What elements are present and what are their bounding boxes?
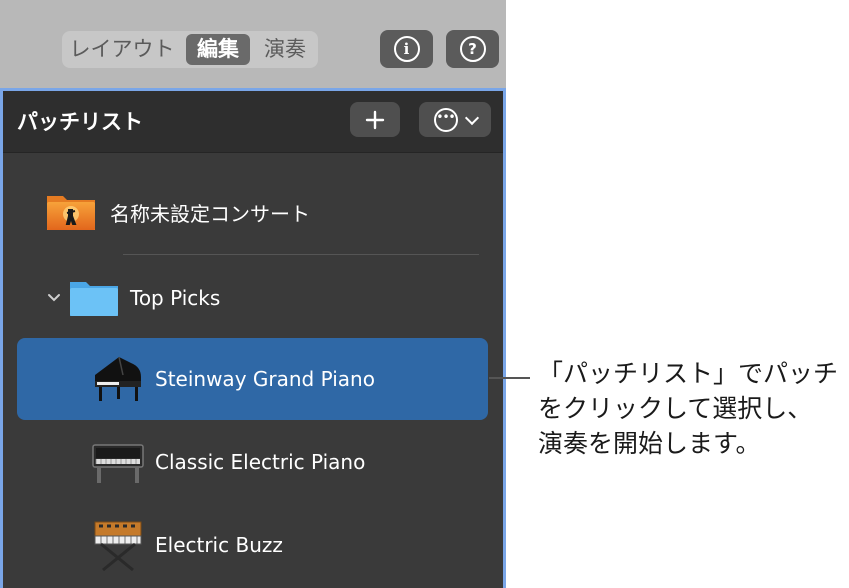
electric-piano-icon <box>92 444 144 483</box>
chevron-down-icon[interactable] <box>46 290 62 306</box>
patch-list-panel: パッチリスト ••• 名称未設定コンサート Top Picks Steinway… <box>0 88 506 588</box>
concert-folder-icon <box>47 196 95 230</box>
callout-line <box>489 377 530 379</box>
ellipsis-circle-icon: ••• <box>433 107 458 132</box>
chevron-down-icon <box>464 110 479 125</box>
folder-row-top-picks[interactable]: Top Picks <box>3 275 503 321</box>
patch-row-steinway[interactable]: Steinway Grand Piano <box>3 353 503 405</box>
plus-icon <box>365 110 385 129</box>
patch-label: Steinway Grand Piano <box>155 367 375 391</box>
callout-text: 「パッチリスト」でパッチ をクリックして選択し、 演奏を開始します。 <box>538 356 848 461</box>
callout-line-2: をクリックして選択し、 <box>538 394 813 423</box>
synthesizer-icon <box>94 521 142 572</box>
tab-perform[interactable]: 演奏 <box>256 34 314 65</box>
folder-icon <box>70 282 118 316</box>
toolbar: レイアウト 編集 演奏 i ? <box>0 0 506 88</box>
mainstage-window: レイアウト 編集 演奏 i ? パッチリスト ••• 名称未設定コンサート To… <box>0 0 506 588</box>
info-button[interactable]: i <box>380 30 433 68</box>
divider <box>123 254 479 255</box>
patch-label: Classic Electric Piano <box>155 450 366 474</box>
callout-line-1: 「パッチリスト」でパッチ <box>538 359 839 388</box>
tab-edit[interactable]: 編集 <box>186 34 250 65</box>
mode-segmented-control: レイアウト 編集 演奏 <box>62 31 318 68</box>
folder-label: Top Picks <box>130 286 221 310</box>
callout-line-3: 演奏を開始します。 <box>538 429 761 458</box>
concert-row[interactable]: 名称未設定コンサート <box>3 189 503 235</box>
patch-label: Electric Buzz <box>155 533 283 557</box>
panel-header: パッチリスト ••• <box>3 91 503 153</box>
patch-row-classic-electric-piano[interactable]: Classic Electric Piano <box>3 437 503 487</box>
panel-title: パッチリスト <box>17 110 143 134</box>
patch-row-electric-buzz[interactable]: Electric Buzz <box>3 517 503 573</box>
info-icon: i <box>393 36 420 62</box>
help-icon: ? <box>459 36 486 62</box>
concert-label: 名称未設定コンサート <box>110 201 310 226</box>
add-patch-button[interactable] <box>350 102 400 137</box>
help-button[interactable]: ? <box>446 30 499 68</box>
tab-layout[interactable]: レイアウト <box>66 34 178 65</box>
more-options-button[interactable]: ••• <box>419 102 491 137</box>
grand-piano-icon <box>95 356 141 401</box>
